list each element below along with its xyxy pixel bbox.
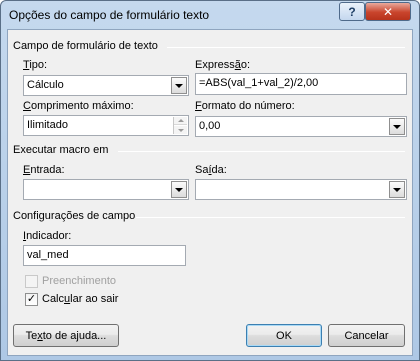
separator (118, 151, 405, 152)
type-label: Tipo: (23, 59, 48, 71)
type-value: Cálculo (27, 79, 64, 91)
expression-input[interactable]: =ABS(val_1+val_2)/2,00 (195, 73, 407, 95)
exit-macro-dropdown-button[interactable] (389, 181, 405, 198)
exit-macro-dropdown[interactable] (195, 179, 407, 200)
fill-in-label: Preenchimento (42, 275, 116, 287)
expression-label: Expressão: (195, 59, 251, 71)
chevron-up-icon (177, 119, 184, 122)
entry-label: Entrada: (23, 164, 65, 176)
bookmark-label: Indicador: (23, 230, 72, 242)
entry-macro-dropdown[interactable] (23, 179, 189, 200)
ok-button[interactable]: OK (246, 324, 322, 347)
exit-label: Saída: (195, 164, 227, 176)
chevron-down-icon (175, 83, 183, 88)
dialog-title: Opções do campo de formulário texto (9, 8, 210, 22)
expression-value: =ABS(val_1+val_2)/2,00 (199, 77, 319, 89)
group-title-text-form-field: Campo de formulário de texto (13, 40, 158, 52)
help-button[interactable]: ? (339, 2, 365, 21)
type-dropdown[interactable]: Cálculo (23, 75, 189, 96)
chevron-down-icon (175, 187, 183, 192)
max-length-label: Comprimento máximo: (23, 100, 134, 112)
dialog-window: Opções do campo de formulário texto ? ✕ … (0, 0, 420, 361)
fill-in-checkbox[interactable] (25, 275, 38, 288)
spin-down-button[interactable] (174, 126, 187, 134)
spinner-buttons (173, 117, 187, 134)
chevron-down-icon (393, 124, 401, 129)
max-length-value: Ilimitado (27, 119, 68, 131)
checkmark-icon: ✓ (26, 293, 37, 305)
bookmark-value: val_med (27, 249, 69, 261)
entry-macro-dropdown-button[interactable] (171, 181, 187, 198)
number-format-value: 0,00 (199, 120, 221, 132)
separator (136, 217, 405, 218)
help-text-button[interactable]: Texto de ajuda... (13, 324, 119, 347)
chevron-down-icon (177, 128, 184, 132)
number-format-dropdown-button[interactable] (389, 118, 405, 135)
question-mark-icon: ? (348, 4, 356, 19)
cancel-button[interactable]: Cancelar (328, 324, 405, 347)
max-length-spinner[interactable]: Ilimitado (23, 115, 189, 136)
group-title-field-settings: Configurações de campo (13, 210, 136, 222)
dialog-client-area: Campo de formulário de texto Tipo: Cálcu… (7, 29, 413, 356)
chevron-down-icon (393, 187, 401, 192)
calculate-on-exit-label: Calcular ao sair (42, 293, 119, 305)
close-icon: ✕ (382, 4, 394, 19)
group-title-run-macro: Executar macro em (13, 144, 109, 156)
spin-up-button[interactable] (174, 117, 187, 125)
close-button[interactable]: ✕ (365, 2, 411, 21)
type-dropdown-button[interactable] (171, 77, 187, 94)
number-format-label: Formato do número: (195, 100, 295, 112)
separator (167, 47, 405, 48)
calculate-on-exit-checkbox[interactable]: ✓ (25, 293, 38, 306)
title-bar[interactable]: Opções do campo de formulário texto ? ✕ (1, 1, 419, 29)
number-format-dropdown[interactable]: 0,00 (195, 116, 407, 137)
help-text-button-label: Texto de ajuda... (25, 329, 107, 342)
bookmark-input[interactable]: val_med (23, 245, 186, 266)
